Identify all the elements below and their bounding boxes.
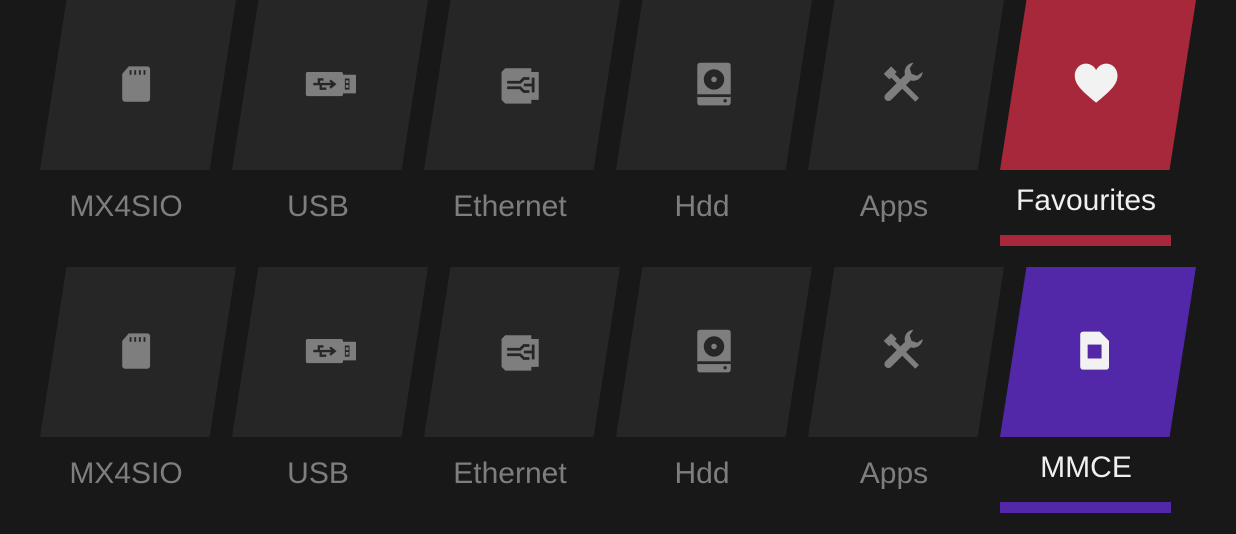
tile-apps[interactable]: Apps (808, 267, 1004, 490)
tile-label: Apps (859, 457, 929, 490)
tile-hdd[interactable]: Hdd (616, 267, 812, 490)
tile-mx4sio[interactable]: MX4SIO (40, 267, 236, 490)
menu-row: MX4SIO USB Ethernet Hdd Apps MMCE (0, 267, 1236, 534)
tile-usb[interactable]: USB (232, 267, 428, 490)
tile-label: MX4SIO (69, 457, 183, 490)
tile-ethernet[interactable]: Ethernet (424, 0, 620, 223)
tile-mx4sio[interactable]: MX4SIO (40, 0, 236, 223)
tile-label: Hdd (674, 457, 730, 490)
tile-label: Favourites (1015, 184, 1157, 217)
usb-drive-icon (304, 326, 356, 378)
hdd-icon (688, 59, 740, 111)
tools-icon (880, 59, 932, 111)
tile-apps[interactable]: Apps (808, 0, 1004, 223)
tile-usb[interactable]: USB (232, 0, 428, 223)
tile-label: Hdd (674, 190, 730, 223)
hdd-icon (688, 326, 740, 378)
tile-label: Apps (859, 190, 929, 223)
ethernet-icon (496, 326, 548, 378)
tools-icon (880, 326, 932, 378)
tile-label: USB (287, 190, 349, 223)
selection-underline (1000, 235, 1171, 246)
tile-label: MX4SIO (69, 190, 183, 223)
tile-mmce[interactable]: MMCE (1000, 267, 1196, 513)
usb-drive-icon (304, 59, 356, 111)
menu-row: MX4SIO USB Ethernet Hdd Apps Favourites (0, 0, 1236, 267)
tile-label: MMCE (1040, 451, 1132, 484)
tile-ethernet[interactable]: Ethernet (424, 267, 620, 490)
tile-favourites[interactable]: Favourites (1000, 0, 1196, 246)
tile-label: Ethernet (453, 190, 567, 223)
memory-card-icon (1070, 326, 1122, 378)
ethernet-icon (496, 59, 548, 111)
tile-label: USB (287, 457, 349, 490)
heart-icon (1072, 59, 1124, 111)
tile-hdd[interactable]: Hdd (616, 0, 812, 223)
sd-card-icon (112, 59, 164, 111)
tile-label: Ethernet (453, 457, 567, 490)
selection-underline (1000, 502, 1171, 513)
sd-card-icon (112, 326, 164, 378)
